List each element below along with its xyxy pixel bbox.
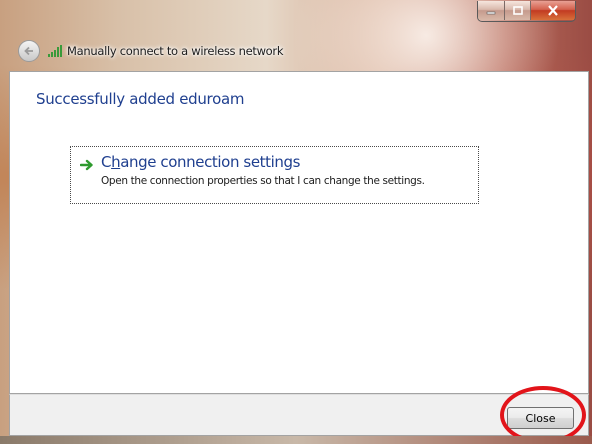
- green-arrow-icon: [80, 159, 93, 171]
- title-bar: Manually connect to a wireless network: [0, 0, 592, 72]
- window-bottom-edge: [0, 436, 592, 444]
- window-controls: [477, 1, 576, 22]
- minimize-icon: [486, 11, 496, 14]
- minimize-button[interactable]: [478, 1, 505, 20]
- back-button[interactable]: [18, 40, 40, 62]
- option-title-accelerator: h: [111, 153, 121, 171]
- success-heading: Successfully added eduroam: [36, 90, 245, 108]
- maximize-icon: [512, 6, 523, 15]
- window-title: Manually connect to a wireless network: [67, 44, 284, 58]
- content-area: Successfully added eduroam Change connec…: [9, 71, 589, 394]
- option-title-rest: ange connection settings: [120, 153, 301, 171]
- wireless-signal-icon: [48, 45, 62, 57]
- close-window-button[interactable]: [531, 1, 575, 20]
- change-connection-settings-link[interactable]: Change connection settings Open the conn…: [70, 146, 479, 204]
- option-description: Open the connection properties so that I…: [101, 175, 425, 187]
- maximize-button[interactable]: [505, 1, 531, 20]
- option-title: Change connection settings: [101, 153, 300, 171]
- option-title-prefix: C: [101, 153, 112, 171]
- back-arrow-icon: [24, 46, 33, 56]
- close-icon: [548, 5, 558, 16]
- dialog-window: Manually connect to a wireless network S…: [0, 0, 592, 444]
